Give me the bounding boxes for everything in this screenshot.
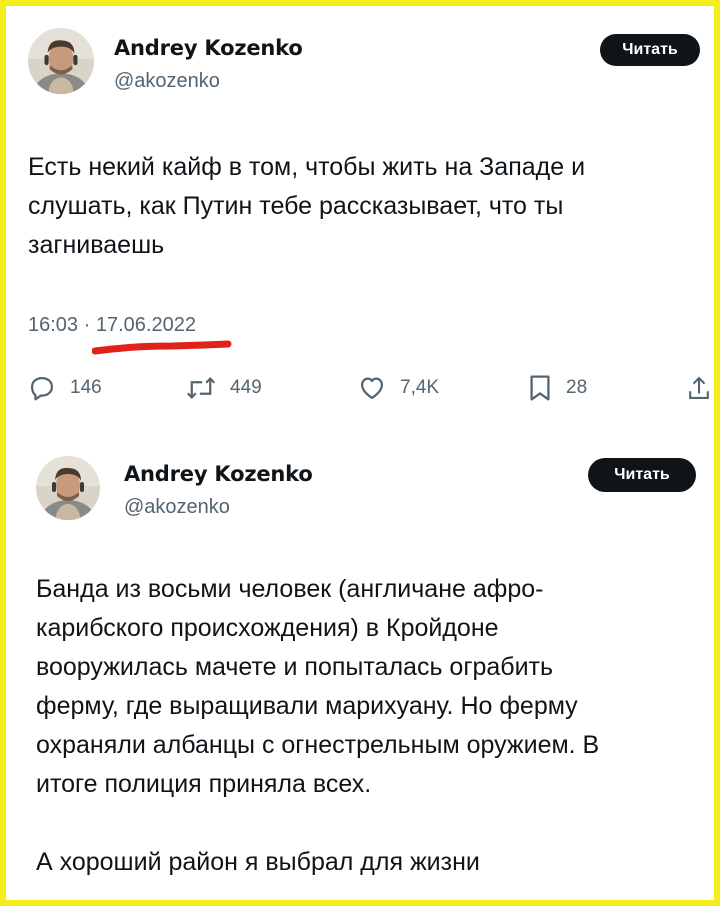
reply-icon (28, 374, 56, 402)
reply-count: 146 (70, 377, 102, 398)
read-button[interactable]: Читать (600, 34, 700, 66)
author-handle[interactable]: @akozenko (114, 70, 220, 93)
tweet-text: Есть некий кайф в том, чтобы жить на Зап… (28, 153, 586, 259)
tweet-card: Andrey Kozenko @akozenko Читать Банда из… (6, 432, 714, 906)
share-icon (688, 374, 710, 402)
bookmark-action[interactable]: 28 (528, 368, 587, 408)
author-handle[interactable]: @akozenko (124, 496, 230, 519)
avatar[interactable] (36, 456, 100, 520)
tweet-card: Andrey Kozenko @akozenko Читать Есть нек… (6, 6, 714, 426)
tweet-actions: 146 449 7,4K 28 (6, 368, 714, 408)
screenshot-frame: Andrey Kozenko @akozenko Читать Есть нек… (0, 0, 720, 906)
retweet-count: 449 (230, 377, 262, 398)
date-highlight-stroke (92, 340, 232, 355)
share-action[interactable] (688, 368, 710, 408)
avatar[interactable] (28, 28, 94, 94)
like-icon (358, 374, 386, 402)
author-name[interactable]: Andrey Kozenko (114, 36, 303, 60)
bookmark-count: 28 (566, 377, 588, 398)
retweet-action[interactable]: 449 (186, 368, 262, 408)
bookmark-icon (528, 373, 552, 403)
retweet-icon (186, 374, 216, 402)
tweet-text: Банда из восьми человек (англичане афро-… (36, 575, 600, 876)
tweet-time: 16:03 (28, 314, 79, 336)
like-action[interactable]: 7,4K (358, 368, 439, 408)
author-name[interactable]: Andrey Kozenko (124, 462, 313, 486)
tweet-date: 17.06.2022 (95, 314, 196, 336)
like-count: 7,4K (400, 377, 440, 398)
reply-action[interactable]: 146 (28, 368, 102, 408)
timestamp-separator: · (83, 314, 91, 336)
read-button[interactable]: Читать (588, 458, 696, 492)
tweet-timestamp[interactable]: 16:03 · 17.06.2022 (28, 314, 196, 337)
